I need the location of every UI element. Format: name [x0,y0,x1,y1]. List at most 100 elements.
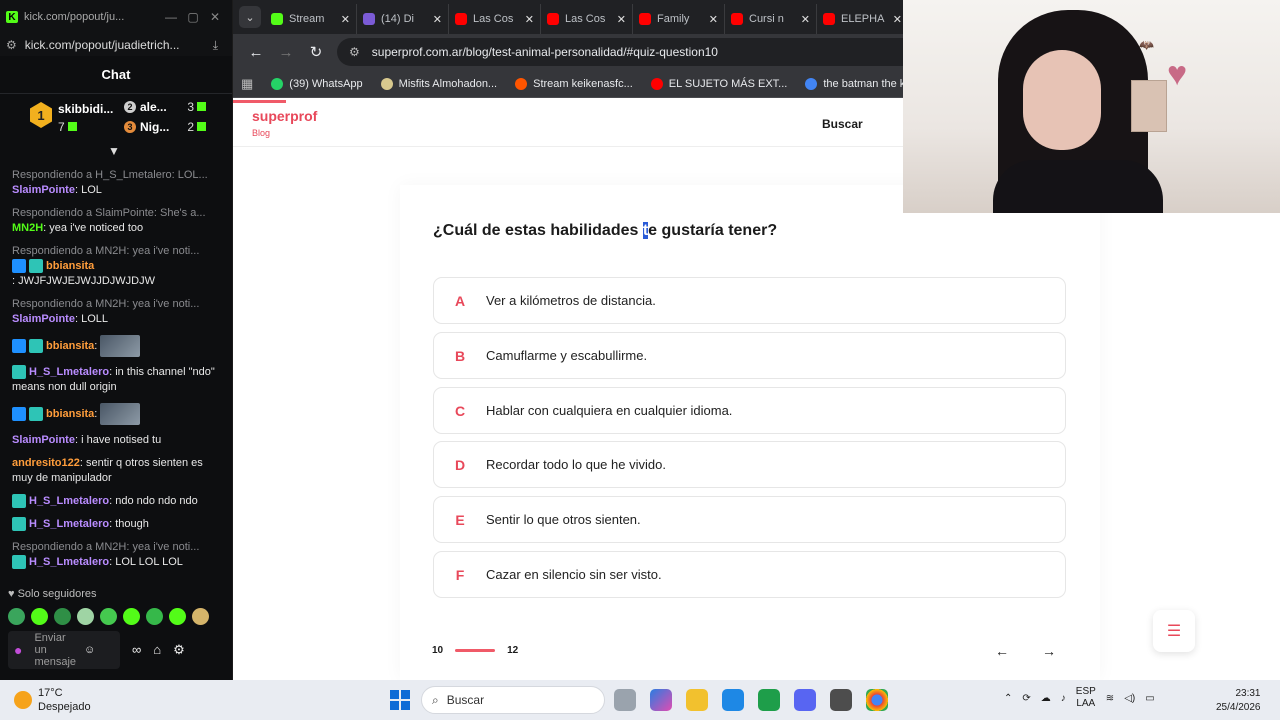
obs-icon[interactable] [830,689,852,711]
tab-label: (14) Di [381,13,415,25]
quiz-option-d[interactable]: D Recordar todo lo que he vivido. [433,441,1066,488]
task-view-icon[interactable] [614,689,636,711]
tab-search-icon[interactable]: ⌄ [239,6,261,28]
emote-icon[interactable] [54,608,71,625]
next-question-button[interactable]: → [1035,637,1063,665]
reply-reference[interactable]: Respondiendo a H_S_Lmetalero: LOL... [12,168,220,183]
word-icon[interactable] [722,689,744,711]
chrome-icon[interactable] [866,689,888,711]
chat-username[interactable]: SlaimPointe [12,313,75,325]
maximize-icon[interactable]: ▢ [182,10,204,24]
site-settings-icon[interactable]: ⚙ [6,38,17,52]
chat-message: andresito122: sentir q otros sienten es … [12,456,220,486]
emote-icon[interactable] [77,608,94,625]
site-info-icon[interactable]: ⚙ [349,45,360,59]
microphone-icon[interactable]: ♪ [1061,693,1066,704]
close-tab-icon[interactable]: ✕ [341,13,350,26]
chat-username[interactable]: bbiansita [46,340,94,352]
leaderboard-second[interactable]: 2 ale... 3 [124,100,206,114]
discord-icon[interactable] [794,689,816,711]
battery-icon[interactable]: ▭ [1145,693,1154,704]
leaderboard-first[interactable]: 1 skibbidi... 7 [30,102,113,134]
emote-icon[interactable] [8,608,25,625]
close-icon[interactable]: ✕ [204,10,226,24]
browser-tab[interactable]: Family ✕ [633,4,725,34]
chat-message-input[interactable]: ● Enviar un mensaje ☺ [8,631,120,669]
taskbar-clock[interactable]: 23:31 25/4/2026 [1216,687,1261,715]
copilot-icon[interactable] [650,689,672,711]
collapse-arrow-icon[interactable]: ▼ [108,144,120,158]
emote-icon[interactable] [100,608,117,625]
language-indicator[interactable]: ESP LAA [1076,686,1096,710]
bookmark[interactable]: Misfits Almohadon... [380,77,497,90]
volume-icon[interactable]: ◁) [1124,693,1135,704]
table-of-contents-icon[interactable]: ☰ [1153,610,1195,652]
download-icon[interactable]: ⤓ [213,38,218,53]
reload-icon[interactable]: ↻ [301,43,331,61]
emoji-icon[interactable]: ☺ [84,644,95,656]
minimize-icon[interactable]: — [160,10,182,24]
browser-tab[interactable]: Stream ✕ [265,4,357,34]
close-tab-icon[interactable]: ✕ [525,13,534,26]
chat-username[interactable]: H_S_Lmetalero [29,366,109,378]
sync-icon[interactable]: ⟳ [1022,693,1030,704]
quiz-option-f[interactable]: F Cazar en silencio sin ser visto. [433,551,1066,598]
apps-grid-icon[interactable]: ▦ [241,76,253,92]
excel-icon[interactable] [758,689,780,711]
reply-reference[interactable]: Respondiendo a SlaimPointe: She's a... [12,206,220,221]
weather-widget[interactable]: 17°C Despejado [14,686,91,714]
chat-username[interactable]: SlaimPointe [12,184,75,196]
cloud-icon[interactable]: ☁ [1041,693,1051,704]
chat-username[interactable]: H_S_Lmetalero [29,518,109,530]
browser-tab[interactable]: Cursi n ✕ [725,4,817,34]
chat-username[interactable]: bbiansita [46,260,94,272]
reply-reference[interactable]: Respondiendo a MN2H: yea i've noti... [12,297,220,312]
address-bar[interactable]: ⚙ superprof.com.ar/blog/test-animal-pers… [337,38,977,66]
start-button[interactable] [390,690,410,710]
emote-icon[interactable] [31,608,48,625]
browser-tab[interactable]: Las Cos ✕ [541,4,633,34]
leaderboard-third[interactable]: 3 Nig... 2 [124,120,206,134]
quiz-option-b[interactable]: B Camuflarme y escabullirme. [433,332,1066,379]
forward-icon[interactable]: → [271,44,301,61]
infinity-icon[interactable]: ∞ [132,642,141,658]
reply-reference[interactable]: Respondiendo a MN2H: yea i've noti... [12,540,220,555]
emote-icon[interactable] [169,608,186,625]
chat-username[interactable]: MN2H [12,222,43,234]
chat-username[interactable]: bbiansita [46,408,94,420]
close-tab-icon[interactable]: ✕ [617,13,626,26]
bookmark[interactable]: EL SUJETO MÁS EXT... [650,77,787,90]
microphone-icon[interactable]: ● [14,643,22,657]
close-tab-icon[interactable]: ✕ [433,13,442,26]
chat-username[interactable]: andresito122 [12,457,80,469]
wifi-icon[interactable]: ≋ [1106,693,1114,704]
quiz-option-e[interactable]: E Sentir lo que otros sienten. [433,496,1066,543]
chevron-up-icon[interactable]: ⌃ [1004,693,1012,704]
search-link[interactable]: Buscar [822,117,863,131]
browser-tab[interactable]: (14) Di ✕ [357,4,449,34]
previous-question-button[interactable]: ← [988,637,1016,665]
emote-icon[interactable] [123,608,140,625]
bookmark[interactable]: (39) WhatsApp [271,77,363,90]
bookmark[interactable]: Stream keikenasfc... [515,77,633,90]
emote-icon[interactable] [192,608,209,625]
leader-name: skibbidi... [58,102,114,116]
gear-icon[interactable]: ⚙ [173,642,185,658]
superprof-logo[interactable]: superprof Blog [252,108,317,138]
browser-tab[interactable]: ELEPHA ✕ [817,4,909,34]
chat-username[interactable]: SlaimPointe [12,434,75,446]
back-icon[interactable]: ← [241,44,271,61]
close-tab-icon[interactable]: ✕ [801,13,810,26]
chat-username[interactable]: H_S_Lmetalero [29,495,109,507]
emote-icon[interactable] [146,608,163,625]
quiz-option-c[interactable]: C Hablar con cualquiera en cualquier idio… [433,387,1066,434]
reply-reference[interactable]: Respondiendo a MN2H: yea i've noti... [12,244,220,259]
chat-username[interactable]: H_S_Lmetalero [29,556,109,568]
store-icon[interactable]: ⌂ [153,642,161,658]
file-explorer-icon[interactable] [686,689,708,711]
taskbar-search[interactable]: ⌕ Buscar [421,686,605,714]
close-tab-icon[interactable]: ✕ [893,13,902,26]
quiz-option-a[interactable]: A Ver a kilómetros de distancia. [433,277,1066,324]
close-tab-icon[interactable]: ✕ [709,13,718,26]
browser-tab[interactable]: Las Cos ✕ [449,4,541,34]
